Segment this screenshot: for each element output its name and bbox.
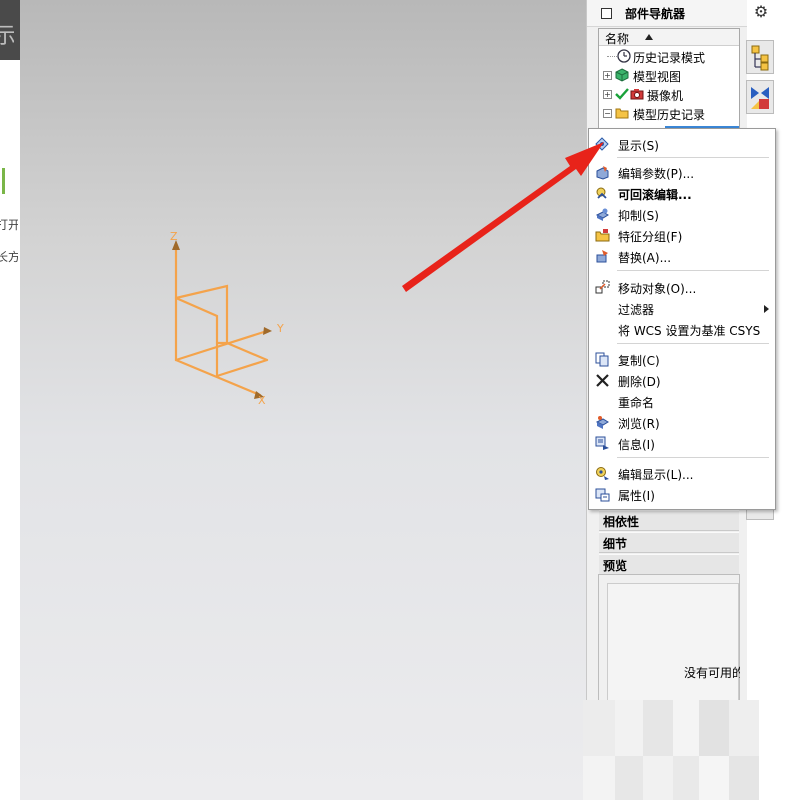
menu-item-rename[interactable]: 重命名 [589, 391, 775, 412]
replace-icon [596, 250, 608, 263]
tree-item-label: 摄像机 [647, 89, 684, 103]
no-preview-text: 没有可用的 [684, 666, 740, 680]
menu-item-label: 编辑参数(P)... [618, 167, 695, 181]
menu-item-label: 删除(D) [618, 375, 661, 389]
section-dependencies[interactable]: 相依性 [599, 510, 739, 531]
triad-x-label: X [258, 394, 266, 407]
menu-item-replace[interactable]: 替换(A)... [589, 246, 775, 267]
gear-icon[interactable]: ⚙ [752, 2, 770, 21]
menu-item-label: 过滤器 [618, 303, 655, 317]
blurred-region [583, 700, 763, 800]
sort-ascending-icon [645, 34, 653, 40]
navigator-header: 部件导航器 [587, 0, 747, 27]
constraint-icon [751, 87, 769, 109]
checkmark-icon [615, 88, 629, 100]
menu-item-label: 将 WCS 设置为基准 CSYS [618, 324, 761, 338]
menu-item-label: 抑制(S) [618, 209, 659, 223]
triad-y-label: Y [276, 322, 284, 335]
menu-item-set-wcs[interactable]: 将 WCS 设置为基准 CSYS [589, 319, 775, 340]
section-preview[interactable]: 预览 [599, 554, 739, 575]
background-accent-bar [2, 168, 5, 194]
move-object-icon [595, 280, 610, 294]
info-icon [595, 436, 609, 450]
navigator-tree[interactable]: 名称 历史记录模式 + 模型视图 + 摄像机 − 模型历史记录 [598, 28, 740, 130]
tree-item-label: 历史记录模式 [633, 51, 706, 65]
model-view-icon [615, 68, 629, 82]
menu-item-label: 可回滚编辑... [618, 188, 692, 202]
menu-item-move-object[interactable]: 移动对象(O)... [589, 277, 775, 298]
triad-z-label: Z [170, 230, 178, 243]
menu-item-label: 属性(I) [618, 489, 655, 503]
tree-item-model-views[interactable]: + 模型视图 [599, 66, 739, 85]
menu-item-browse[interactable]: 浏览(R) [589, 412, 775, 433]
display-icon [595, 137, 609, 151]
menu-item-label: 信息(I) [618, 438, 655, 452]
background-title-glyph: 示 [0, 24, 14, 49]
menu-item-edit-display[interactable]: 编辑显示(L)... [589, 463, 775, 484]
delete-icon [596, 374, 609, 387]
background-text-line-1: 打开 [0, 218, 18, 232]
menu-item-label: 复制(C) [618, 354, 660, 368]
rollback-edit-icon [596, 187, 607, 199]
assembly-navigator-tab[interactable] [746, 40, 774, 74]
menu-item-rollback-edit[interactable]: 可回滚编辑... [589, 183, 775, 204]
tree-item-label: 模型历史记录 [633, 108, 706, 122]
folder-icon [615, 108, 629, 119]
feature-group-icon [595, 229, 610, 242]
section-details[interactable]: 细节 [599, 532, 739, 553]
tree-item-history-mode[interactable]: 历史记录模式 [599, 47, 739, 66]
menu-item-label: 替换(A)... [618, 251, 672, 265]
tree-item-model-history[interactable]: − 模型历史记录 [599, 104, 739, 123]
menu-item-suppress[interactable]: 抑制(S) [589, 204, 775, 225]
clock-icon [617, 49, 631, 63]
column-header-name: 名称 [605, 32, 630, 46]
wcs-triad: Z Y X [170, 230, 284, 407]
menu-item-label: 移动对象(O)... [618, 282, 697, 296]
tree-item-cameras[interactable]: + 摄像机 [599, 85, 739, 104]
tree-item-label: 模型视图 [633, 70, 682, 84]
menu-item-label: 显示(S) [618, 139, 659, 153]
background-text-line-2: 长方 [0, 250, 18, 264]
resource-bar-edge [774, 0, 800, 800]
menu-item-delete[interactable]: 删除(D) [589, 370, 775, 391]
background-app-strip: 示 打开 长方 [0, 0, 20, 800]
camera-icon [630, 89, 644, 100]
menu-item-label: 编辑显示(L)... [618, 468, 694, 482]
expand-icon[interactable]: + [603, 90, 612, 99]
context-menu: 显示(S) 编辑参数(P)... 可回滚编辑... 抑制(S) 特征分组(F) [588, 128, 776, 510]
browse-icon [595, 416, 609, 429]
menu-item-filter[interactable]: 过滤器 [589, 298, 775, 319]
constraint-navigator-tab[interactable] [746, 80, 774, 114]
menu-item-label: 重命名 [618, 396, 655, 410]
collapse-icon[interactable]: − [603, 109, 612, 118]
tree-column-header[interactable]: 名称 [599, 29, 739, 46]
assembly-icon [751, 45, 769, 71]
menu-item-show[interactable]: 显示(S) [589, 134, 775, 155]
edit-parameters-icon [596, 166, 609, 180]
graphics-viewport[interactable]: Z Y X [20, 0, 586, 800]
expand-icon[interactable]: + [603, 71, 612, 80]
menu-item-label: 特征分组(F) [618, 230, 683, 244]
navigator-checkbox-icon[interactable] [601, 8, 612, 19]
menu-item-feature-group[interactable]: 特征分组(F) [589, 225, 775, 246]
menu-item-copy[interactable]: 复制(C) [589, 349, 775, 370]
edit-display-icon [596, 467, 609, 480]
menu-item-info[interactable]: 信息(I) [589, 433, 775, 454]
properties-icon [595, 488, 610, 502]
submenu-arrow-icon [764, 305, 769, 313]
menu-item-label: 浏览(R) [618, 417, 660, 431]
menu-item-edit-parameters[interactable]: 编辑参数(P)... [589, 162, 775, 183]
suppress-icon [595, 208, 609, 221]
copy-icon [595, 352, 609, 367]
navigator-title: 部件导航器 [625, 7, 686, 21]
menu-item-properties[interactable]: 属性(I) [589, 484, 775, 505]
